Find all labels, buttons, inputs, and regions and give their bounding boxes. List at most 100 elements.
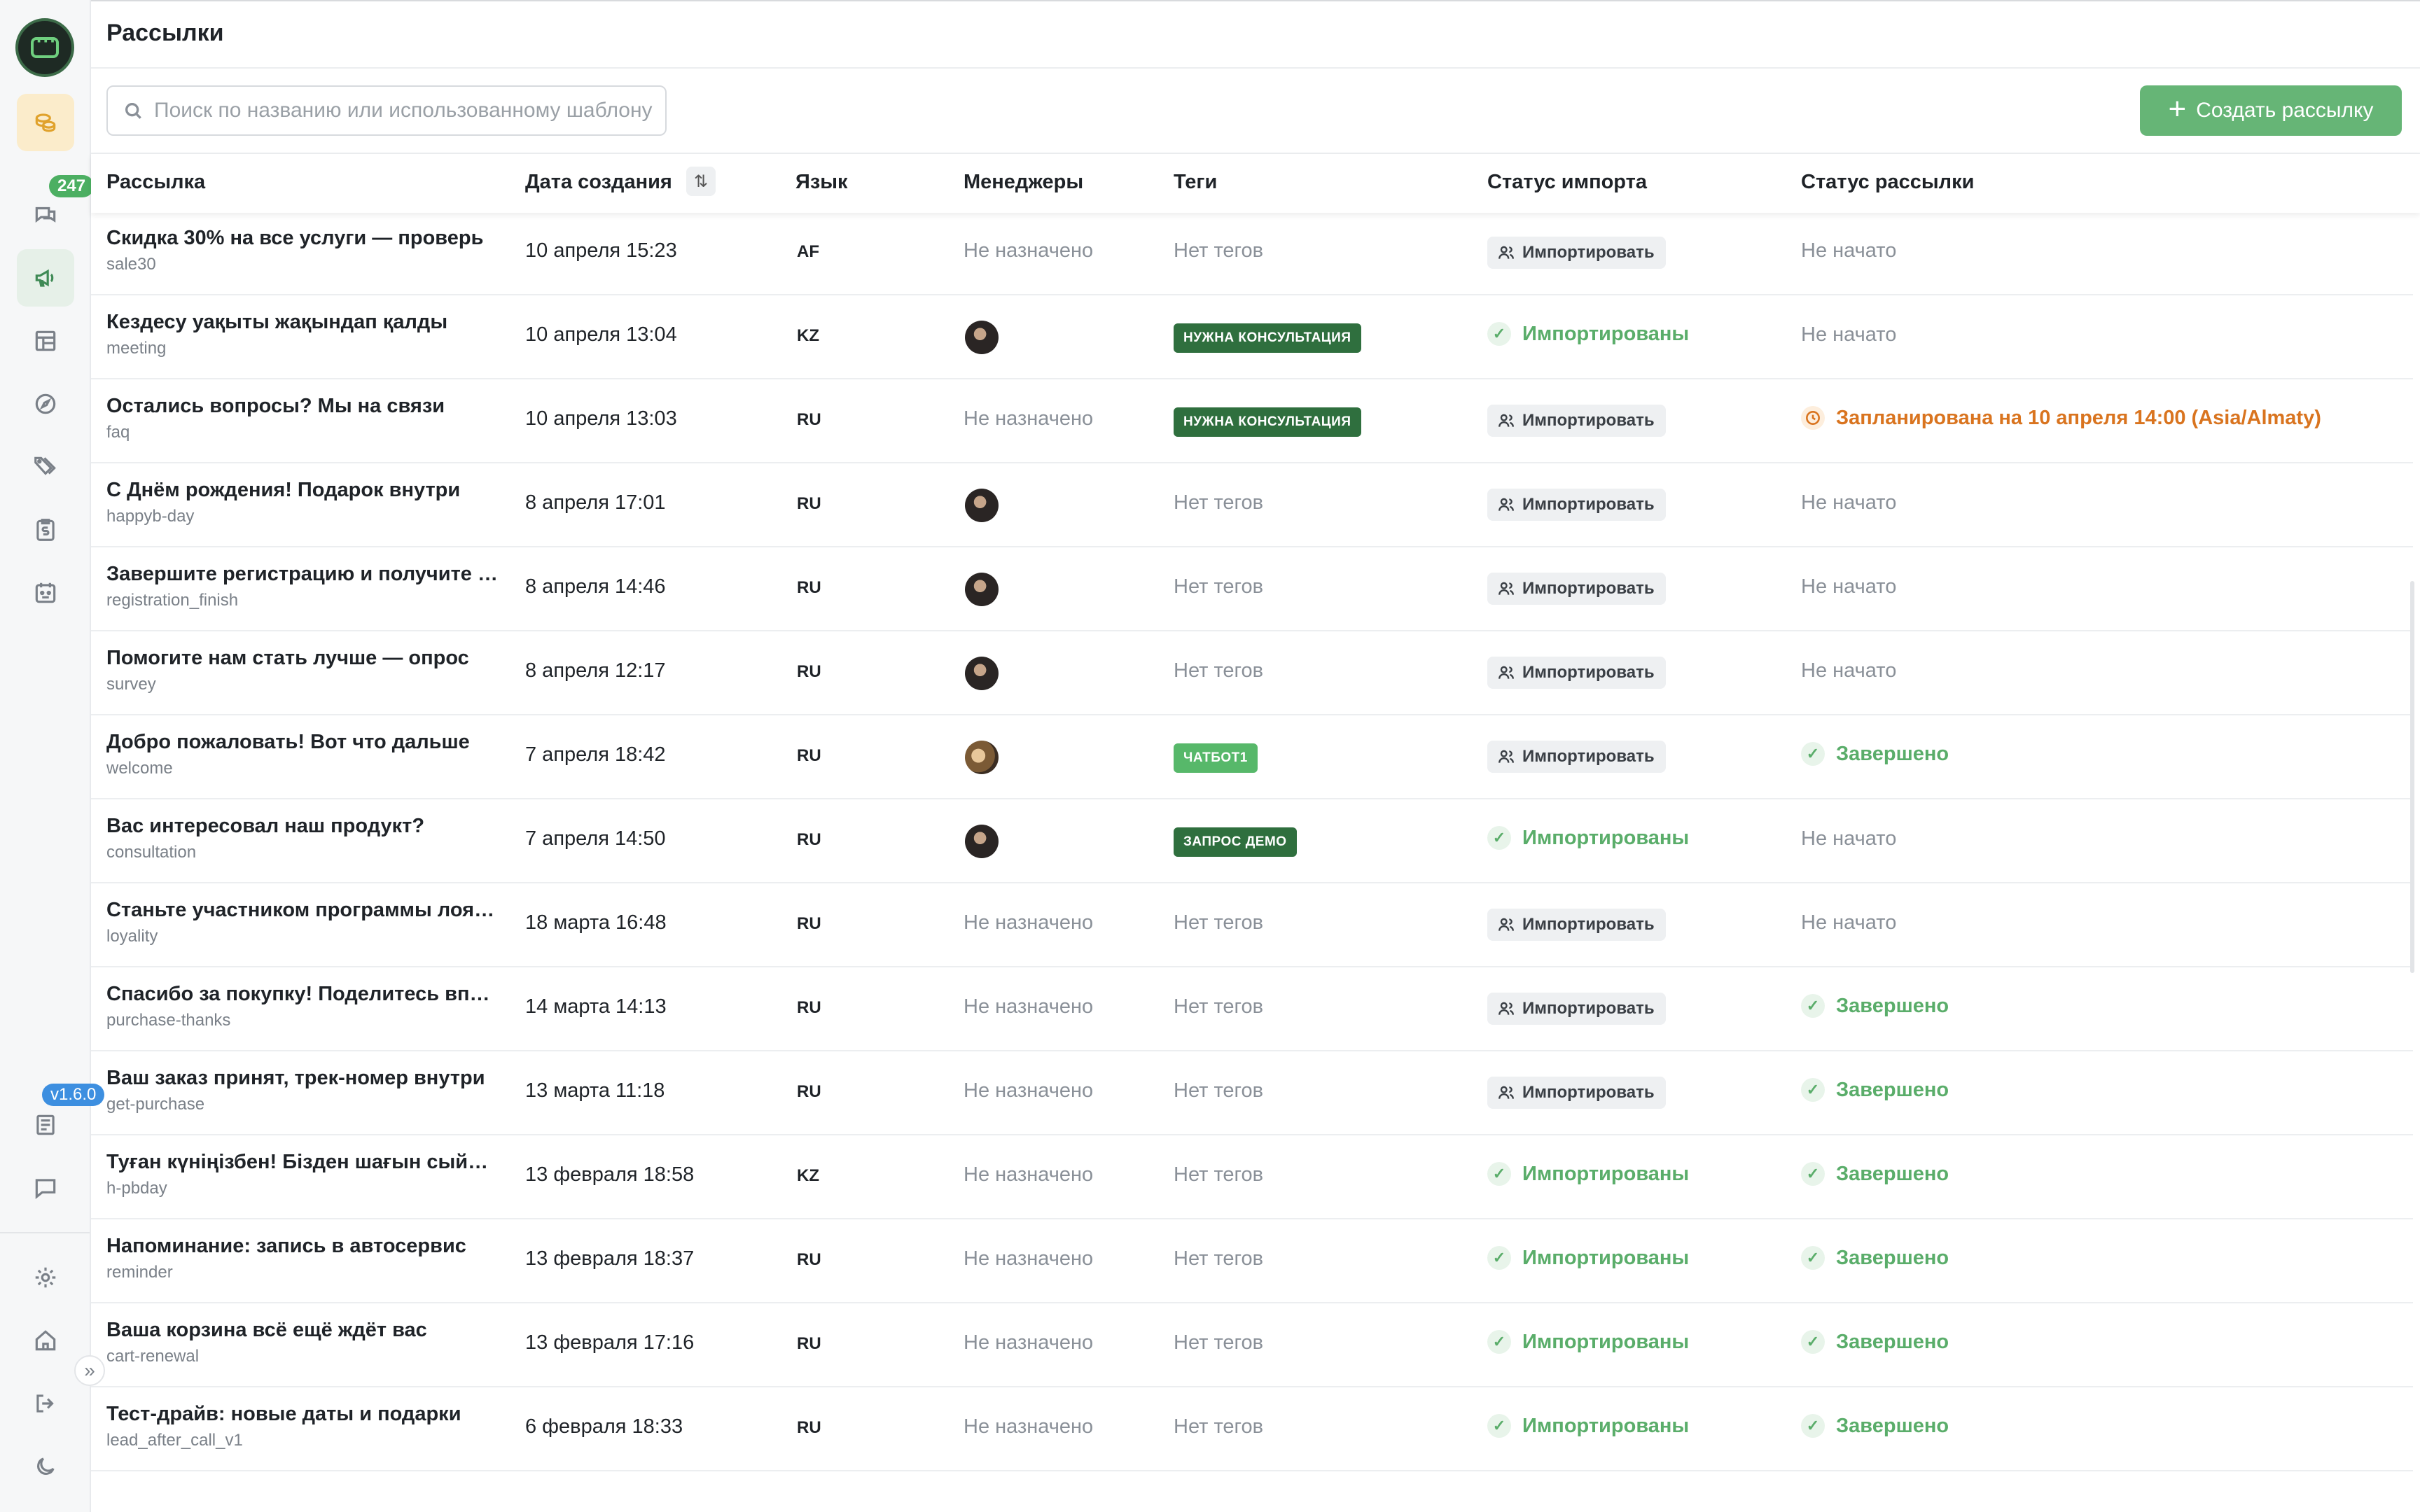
theme-toggle[interactable] xyxy=(17,1438,74,1495)
mailing-template-slug: purchase-thanks xyxy=(106,1011,231,1030)
import-status: ✓ Импортированы xyxy=(1487,1330,1689,1354)
mailing-status-label: Завершено xyxy=(1836,1078,1949,1101)
table-row[interactable]: С Днём рождения! Подарок внутри happyb-da… xyxy=(91,463,2413,547)
mailing-title[interactable]: Добро пожаловать! Вот что дальше xyxy=(106,731,470,754)
sidebar-item-workspace[interactable] xyxy=(17,94,74,151)
sidebar-item-support[interactable] xyxy=(17,1159,74,1217)
manager-text: Не назначено xyxy=(964,1247,1094,1270)
table-row[interactable]: Помогите нам стать лучше — опрос survey 8 … xyxy=(91,631,2413,715)
mailing-status-label: Запланирована на 10 апреля 14:00 (Asia/A… xyxy=(1836,406,2321,429)
mailing-title[interactable]: Напоминание: запись в автосервис xyxy=(106,1235,466,1258)
import-button[interactable]: Импортировать xyxy=(1487,657,1666,689)
mailing-template-slug: consultation xyxy=(106,843,197,862)
sidebar-item-home[interactable] xyxy=(17,1312,74,1369)
table-row[interactable]: Добро пожаловать! Вот что дальше welcome 7… xyxy=(91,715,2413,799)
mailing-title[interactable]: Туған күніңізбен! Бізден шағын сыйл… xyxy=(106,1151,499,1174)
column-header-date[interactable]: Дата создания xyxy=(525,171,672,194)
mailing-title[interactable]: Ваш заказ принят, трек-номер внутри xyxy=(106,1067,485,1090)
created-date: 7 апреля 18:42 xyxy=(525,743,666,766)
mailing-title[interactable]: Остались вопросы? Мы на связи xyxy=(106,395,445,418)
table-row[interactable]: Скидка 30% на все услуги — проверь sale30… xyxy=(91,211,2413,295)
manager-avatar[interactable] xyxy=(965,825,999,858)
search-input[interactable] xyxy=(154,99,658,122)
sidebar-item-mailings[interactable] xyxy=(17,249,74,307)
import-status-label: Импортированы xyxy=(1522,1330,1690,1353)
table-row[interactable]: Ваша корзина всё ещё ждёт вас cart-renewa… xyxy=(91,1303,2413,1387)
check-icon: ✓ xyxy=(1801,994,1825,1018)
import-button[interactable]: Импортировать xyxy=(1487,237,1666,269)
tag-badge[interactable]: ЗАПРОС ДЕМО xyxy=(1174,827,1297,857)
manager-text: Не назначено xyxy=(964,1415,1094,1438)
sidebar-item-payments[interactable] xyxy=(17,501,74,559)
manager-text: Не назначено xyxy=(964,1331,1094,1354)
table-row[interactable]: Тест-драйв: новые даты и подарки lead_aft… xyxy=(91,1387,2413,1471)
import-button[interactable]: Импортировать xyxy=(1487,909,1666,941)
table-row[interactable]: Туған күніңізбен! Бізден шағын сыйл… h-pb… xyxy=(91,1135,2413,1219)
import-button[interactable]: Импортировать xyxy=(1487,741,1666,773)
table-row[interactable]: Напоминание: запись в автосервис reminder… xyxy=(91,1219,2413,1303)
table-header: Рассылка Дата создания ⇅ Язык Менеджеры … xyxy=(91,154,2420,213)
table-row[interactable]: Ваш заказ принят, трек-номер внутри get-p… xyxy=(91,1051,2413,1135)
import-button[interactable]: Импортировать xyxy=(1487,489,1666,521)
manager-avatar[interactable] xyxy=(965,489,999,522)
created-date: 7 апреля 14:50 xyxy=(525,827,666,850)
moon-icon xyxy=(37,1457,55,1475)
check-icon: ✓ xyxy=(1801,1078,1825,1102)
tags-empty: Нет тегов xyxy=(1174,995,1264,1018)
sidebar-item-bots[interactable] xyxy=(17,564,74,622)
table-row[interactable]: Спасибо за покупку! Поделитесь впе… purch… xyxy=(91,967,2413,1051)
import-button-label: Импортировать xyxy=(1522,243,1655,262)
sidebar-item-docs[interactable] xyxy=(17,1096,74,1154)
create-mailing-button[interactable]: + Создать рассылку xyxy=(2140,85,2402,136)
sidebar-item-logout[interactable] xyxy=(17,1375,74,1432)
table-row[interactable]: Завершите регистрацию и получите … regist… xyxy=(91,547,2413,631)
mailing-title[interactable]: Ваша корзина всё ещё ждёт вас xyxy=(106,1319,427,1342)
search-field[interactable] xyxy=(106,85,667,136)
mailing-title[interactable]: Кездесу уақыты жақындап қалды xyxy=(106,311,447,334)
tag-badge[interactable]: НУЖНА КОНСУЛЬТАЦИЯ xyxy=(1174,407,1361,437)
check-icon: ✓ xyxy=(1487,1414,1511,1438)
table-row[interactable]: Остались вопросы? Мы на связи faq 10 апрел… xyxy=(91,379,2413,463)
tag-badge[interactable]: ЧАТБОТ1 xyxy=(1174,743,1258,773)
table-row[interactable]: Вас интересовал наш продукт? consultation… xyxy=(91,799,2413,883)
manager-avatar[interactable] xyxy=(965,573,999,606)
created-date: 13 февраля 18:37 xyxy=(525,1247,695,1270)
manager-avatar[interactable] xyxy=(965,321,999,354)
app-logo[interactable] xyxy=(15,18,74,77)
mailing-title[interactable]: Скидка 30% на все услуги — проверь xyxy=(106,227,483,250)
sidebar-item-templates[interactable] xyxy=(17,312,74,370)
import-button[interactable]: Импортировать xyxy=(1487,1077,1666,1109)
mailing-title[interactable]: Помогите нам стать лучше — опрос xyxy=(106,647,469,670)
language-code: KZ xyxy=(797,1166,819,1185)
import-button[interactable]: Импортировать xyxy=(1487,993,1666,1025)
language-code: AF xyxy=(797,242,819,261)
sidebar-item-explore[interactable] xyxy=(17,375,74,433)
language-code: RU xyxy=(797,494,821,513)
table-row[interactable]: Станьте участником программы лоя… loyalit… xyxy=(91,883,2413,967)
mailing-status-label: Завершено xyxy=(1836,1414,1949,1437)
manager-avatar[interactable] xyxy=(965,741,999,774)
manager-avatar[interactable] xyxy=(965,657,999,690)
sidebar-item-tags[interactable] xyxy=(17,438,74,496)
import-status: ✓ Импортированы xyxy=(1487,322,1689,346)
mailing-title[interactable]: Завершите регистрацию и получите … xyxy=(106,563,498,586)
mailing-title[interactable]: Вас интересовал наш продукт? xyxy=(106,815,424,838)
mailing-title[interactable]: С Днём рождения! Подарок внутри xyxy=(106,479,460,502)
tag-badge[interactable]: НУЖНА КОНСУЛЬТАЦИЯ xyxy=(1174,323,1361,353)
mailing-status: ✓ Завершено xyxy=(1801,1330,1949,1354)
tags-empty: Нет тегов xyxy=(1174,1247,1264,1270)
column-header-import-status: Статус импорта xyxy=(1487,171,1647,193)
mailing-title[interactable]: Тест-драйв: новые даты и подарки xyxy=(106,1403,461,1426)
check-icon: ✓ xyxy=(1801,1414,1825,1438)
manager-text: Не назначено xyxy=(964,1163,1094,1186)
mailing-title[interactable]: Станьте участником программы лоя… xyxy=(106,899,494,922)
import-button[interactable]: Импортировать xyxy=(1487,405,1666,437)
sort-icon[interactable]: ⇅ xyxy=(686,167,716,196)
chat-count-badge: 247 xyxy=(49,175,95,197)
sidebar-item-settings[interactable] xyxy=(17,1249,74,1306)
mailing-title[interactable]: Спасибо за покупку! Поделитесь впе… xyxy=(106,983,499,1006)
import-button[interactable]: Импортировать xyxy=(1487,573,1666,605)
tags-empty: Нет тегов xyxy=(1174,239,1264,262)
table-row[interactable]: Кездесу уақыты жақындап қалды meeting 10 а… xyxy=(91,295,2413,379)
scrollbar[interactable] xyxy=(2410,581,2414,973)
